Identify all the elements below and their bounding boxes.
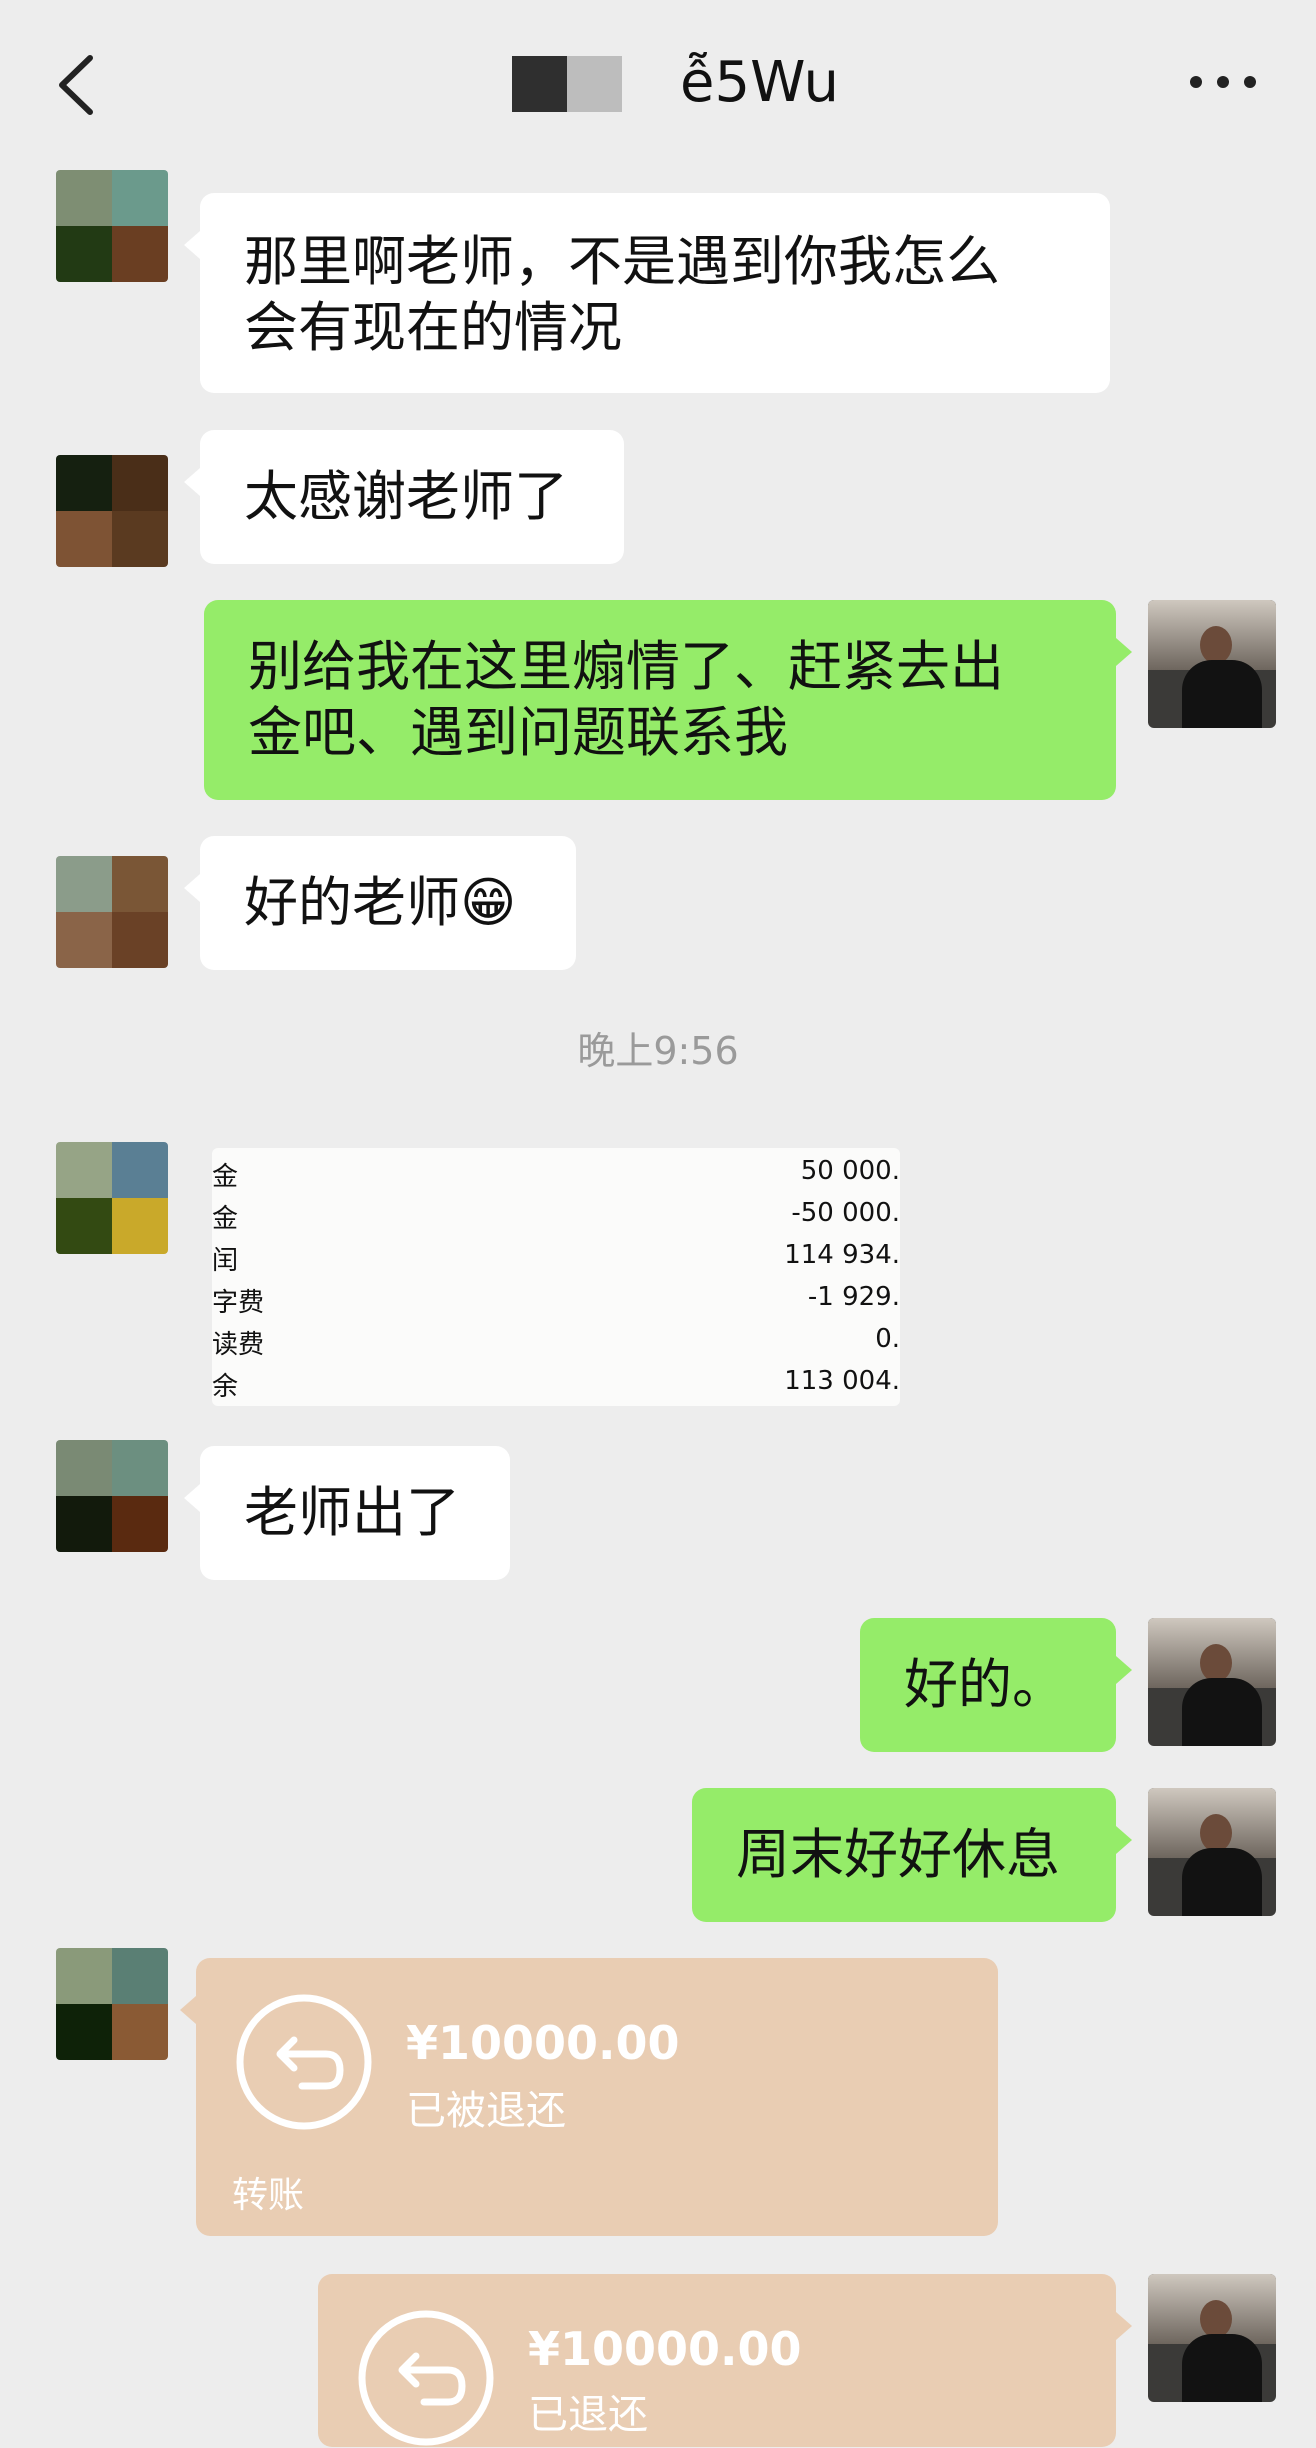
- statement-value: -1 929.: [807, 1282, 900, 1312]
- my-avatar[interactable]: [1148, 1788, 1276, 1916]
- statement-value: -50 000.: [791, 1198, 900, 1228]
- statement-value: 50 000.: [800, 1156, 900, 1186]
- message-bubble-outgoing[interactable]: 好的。: [860, 1618, 1132, 1752]
- transfer-status: 已被退还: [406, 2088, 566, 2134]
- contact-avatar[interactable]: [56, 170, 168, 282]
- contact-avatar[interactable]: [56, 1142, 168, 1254]
- chevron-left-icon[interactable]: [48, 50, 108, 120]
- refund-icon: [236, 1994, 372, 2130]
- statement-value: 114 934.: [784, 1240, 900, 1270]
- transfer-amount: ¥10000.00: [406, 2016, 680, 2070]
- message-bubble-outgoing[interactable]: 周末好好休息: [692, 1788, 1132, 1922]
- transfer-card-incoming[interactable]: ¥10000.00 已被退还 转账: [180, 1958, 998, 2236]
- transfer-status: 已退还: [528, 2392, 648, 2438]
- statement-label: 余: [212, 1372, 239, 1402]
- message-text: 别给我在这里煽情了、赶紧去出 金吧、遇到问题联系我: [248, 635, 1004, 764]
- transfer-label: 转账: [232, 2175, 305, 2216]
- my-avatar[interactable]: [1148, 600, 1276, 728]
- message-bubble-incoming[interactable]: 好的老师😁: [184, 836, 576, 970]
- message-text: 那里啊老师，不是遇到你我怎么 会有现在的情况: [244, 230, 1000, 359]
- my-avatar[interactable]: [1148, 1618, 1276, 1746]
- more-dots-icon[interactable]: [1190, 72, 1256, 92]
- message-text: 老师出了: [244, 1481, 460, 1544]
- my-avatar[interactable]: [1148, 2274, 1276, 2402]
- statement-label: 读费: [212, 1330, 265, 1360]
- message-text: 周末好好休息: [736, 1823, 1060, 1886]
- statement-label: 闰: [212, 1246, 239, 1276]
- transfer-amount: ¥10000.00: [528, 2322, 802, 2376]
- statement-label: 金: [212, 1162, 239, 1192]
- statement-value: 0.: [875, 1324, 900, 1354]
- message-text: 好的。: [904, 1653, 1066, 1716]
- contact-avatar[interactable]: [56, 1948, 168, 2060]
- refund-icon: [358, 2310, 494, 2446]
- time-divider: 晚上9:56: [577, 1029, 739, 1073]
- message-text: 太感谢老师了: [244, 465, 568, 528]
- transfer-card-outgoing[interactable]: ¥10000.00 已退还: [318, 2274, 1132, 2447]
- message-bubble-incoming[interactable]: 老师出了: [184, 1446, 510, 1580]
- message-text: 好的老师😁: [244, 871, 517, 934]
- image-message-statement[interactable]: 金 50 000. 金 -50 000. 闰 114 934. 字费 -1 929. 读…: [212, 1148, 900, 1406]
- message-bubble-incoming[interactable]: 太感谢老师了: [184, 430, 624, 564]
- message-bubble-outgoing[interactable]: 别给我在这里煽情了、赶紧去出 金吧、遇到问题联系我: [204, 600, 1132, 800]
- statement-label: 字费: [212, 1288, 265, 1318]
- title-redaction-mosaic: [512, 56, 627, 112]
- contact-avatar[interactable]: [56, 455, 168, 567]
- statement-value: 113 004.: [784, 1366, 900, 1396]
- contact-avatar[interactable]: [56, 1440, 168, 1552]
- chat-title: ễ5Wu: [680, 50, 839, 115]
- contact-avatar[interactable]: [56, 856, 168, 968]
- message-bubble-incoming[interactable]: 那里啊老师，不是遇到你我怎么 会有现在的情况: [184, 193, 1110, 393]
- statement-label: 金: [212, 1204, 239, 1234]
- chat-header: [0, 0, 1316, 175]
